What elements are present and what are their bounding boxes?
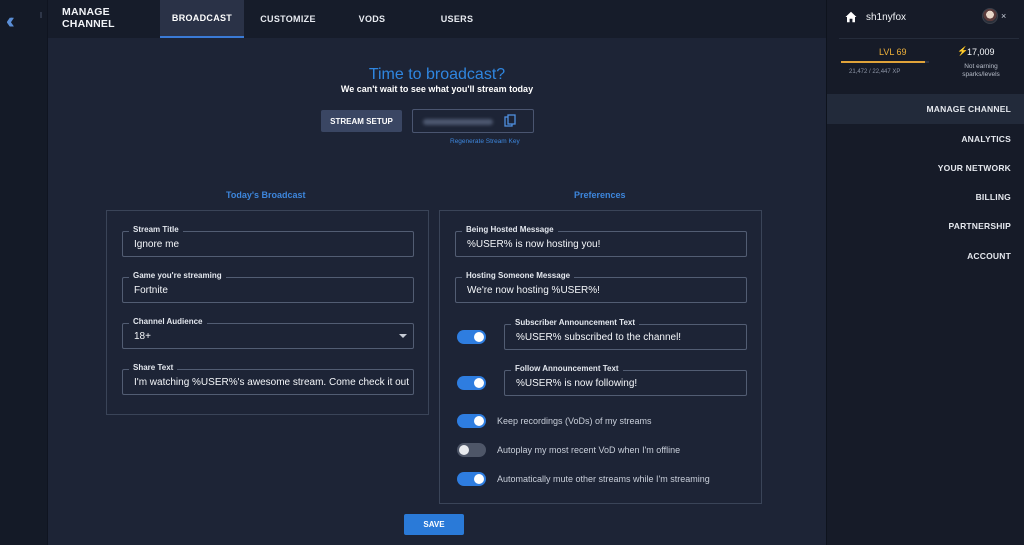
tab-customize[interactable]: CUSTOMIZE [248, 0, 328, 38]
field-value: %USER% is now following! [516, 378, 638, 389]
preferences-panel: Being Hosted Message %USER% is now hosti… [439, 210, 762, 504]
sidebar-item-your-network[interactable]: YOUR NETWORK [827, 153, 1024, 183]
toggle-knob [459, 445, 469, 455]
follow-announcement-toggle[interactable] [457, 376, 486, 390]
field-label: Subscriber Announcement Text [511, 318, 640, 327]
tab-users[interactable]: USERS [423, 0, 491, 38]
sidebar-item-analytics[interactable]: ANALYTICS [827, 124, 1024, 154]
stream-key-hidden [423, 119, 493, 125]
copy-icon[interactable] [504, 114, 516, 128]
level-progress-bar [841, 61, 929, 63]
preferences-section-title: Preferences [574, 190, 626, 200]
stream-title-field[interactable]: Stream Title Ignore me [122, 225, 414, 257]
field-value: Fortnite [134, 285, 168, 296]
toggle-knob [474, 474, 484, 484]
share-text-field[interactable]: Share Text I'm watching %USER%'s awesome… [122, 363, 414, 395]
level-label: LVL 69 [879, 47, 907, 57]
page-title-line2: CHANNEL [62, 18, 115, 30]
caret-down-icon [399, 334, 407, 338]
field-label: Share Text [129, 363, 178, 372]
tab-broadcast[interactable]: BROADCAST [160, 0, 244, 38]
game-field[interactable]: Game you're streaming Fortnite [122, 271, 414, 303]
regenerate-stream-key-link[interactable]: Regenerate Stream Key [450, 138, 520, 145]
page-title-line1: MANAGE [62, 6, 110, 18]
double-chevron-left-icon[interactable]: ‹‹ [6, 8, 14, 34]
channel-audience-select[interactable]: Channel Audience 18+ [122, 317, 414, 349]
field-value: %USER% is now hosting you! [467, 239, 601, 250]
toggle-knob [474, 378, 484, 388]
field-value: I'm watching %USER%'s awesome stream. Co… [134, 377, 409, 388]
top-bar: MANAGE CHANNEL BROADCAST CUSTOMIZE VODS … [48, 0, 826, 38]
auto-mute-toggle[interactable] [457, 472, 486, 486]
field-label: Hosting Someone Message [462, 271, 575, 280]
hosted-message-field[interactable]: Being Hosted Message %USER% is now hosti… [455, 225, 747, 257]
keep-recordings-label: Keep recordings (VoDs) of my streams [497, 416, 652, 426]
hosting-message-field[interactable]: Hosting Someone Message We're now hostin… [455, 271, 747, 303]
field-value: 18+ [134, 331, 151, 342]
home-icon[interactable] [845, 11, 857, 23]
save-button[interactable]: SAVE [404, 514, 464, 535]
auto-mute-label: Automatically mute other streams while I… [497, 474, 710, 484]
toggle-knob [474, 332, 484, 342]
main-content: MANAGE CHANNEL BROADCAST CUSTOMIZE VODS … [48, 0, 826, 545]
field-value: We're now hosting %USER%! [467, 285, 600, 296]
broadcast-panel: Stream Title Ignore me Game you're strea… [106, 210, 429, 415]
rail-divider [40, 12, 44, 18]
keep-recordings-toggle[interactable] [457, 414, 486, 428]
left-rail: ‹‹ [0, 0, 48, 545]
level-progress-fill [841, 61, 925, 63]
sidebar-item-account[interactable]: ACCOUNT [827, 241, 1024, 271]
sidebar-item-manage-channel[interactable]: MANAGE CHANNEL [827, 94, 1024, 124]
autoplay-vod-toggle[interactable] [457, 443, 486, 457]
field-label: Stream Title [129, 225, 183, 234]
xp-text: 21,472 / 22,447 XP [849, 69, 901, 75]
sidebar-item-billing[interactable]: BILLING [827, 182, 1024, 212]
field-label: Channel Audience [129, 317, 207, 326]
username[interactable]: sh1nyfox [866, 12, 906, 23]
field-label: Being Hosted Message [462, 225, 558, 234]
toggle-knob [474, 416, 484, 426]
right-sidebar: sh1nyfox × LVL 69 21,472 / 22,447 XP ⚡ 1… [826, 0, 1024, 545]
stream-setup-button[interactable]: STREAM SETUP [321, 110, 402, 132]
page-title: MANAGE CHANNEL [62, 6, 115, 30]
user-stats: LVL 69 21,472 / 22,447 XP ⚡ 17,009 Not e… [839, 38, 1019, 86]
field-value: %USER% subscribed to the channel! [516, 332, 682, 343]
sparks-count: 17,009 [967, 47, 995, 57]
broadcast-section-title: Today's Broadcast [226, 190, 306, 200]
subscriber-announcement-toggle[interactable] [457, 330, 486, 344]
field-label: Follow Announcement Text [511, 364, 623, 373]
stream-key-field[interactable] [412, 109, 534, 133]
sidebar-item-partnership[interactable]: PARTNERSHIP [827, 211, 1024, 241]
avatar[interactable] [982, 8, 998, 24]
hero-title: Time to broadcast? [368, 66, 506, 83]
tab-vods[interactable]: VODS [338, 0, 406, 38]
hero-subtitle: We can't wait to see what you'll stream … [340, 84, 534, 94]
close-icon[interactable]: × [1001, 11, 1006, 21]
field-label: Game you're streaming [129, 271, 226, 280]
autoplay-vod-label: Autoplay my most recent VoD when I'm off… [497, 445, 681, 455]
subscriber-announcement-field[interactable]: Subscriber Announcement Text %USER% subs… [504, 318, 747, 350]
follow-announcement-field[interactable]: Follow Announcement Text %USER% is now f… [504, 364, 747, 396]
field-value: Ignore me [134, 239, 180, 250]
sparks-note: Not earning sparks/levels [962, 63, 1000, 78]
